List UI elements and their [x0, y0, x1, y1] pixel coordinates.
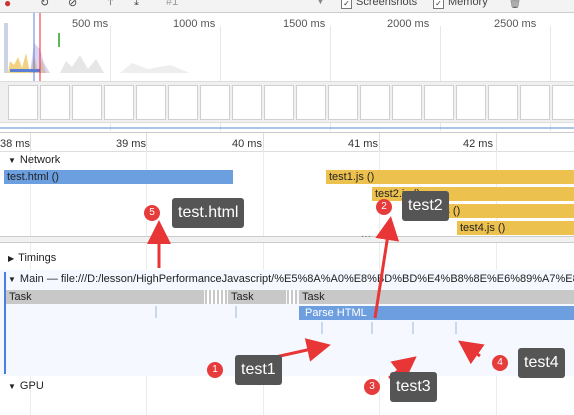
track-splitter[interactable]: ··· — [0, 231, 574, 243]
ruler-tick: 39 ms — [116, 138, 146, 150]
annotation-badge-5: 5 — [144, 205, 160, 221]
annotation-label-test2: test2 — [402, 191, 449, 221]
expand-triangle-icon[interactable]: ▶ — [8, 254, 14, 263]
splitter-grip-icon[interactable]: ··· — [361, 231, 371, 242]
task-block[interactable]: Task — [6, 290, 204, 304]
ruler-tick: 40 ms — [232, 138, 262, 150]
profile-dropdown-icon[interactable]: ▼ — [316, 0, 325, 6]
main-track-header[interactable]: ▼ Main — file:///D:/lesson/HighPerformanc… — [8, 273, 574, 285]
screenshot-frame[interactable] — [8, 85, 38, 120]
upload-icon[interactable]: ⤒ — [108, 0, 113, 9]
screenshot-frame[interactable] — [360, 85, 390, 120]
main-title: Main — file:///D:/lesson/HighPerformance… — [19, 273, 574, 285]
screenshot-frame[interactable] — [488, 85, 518, 120]
screenshot-frame[interactable] — [520, 85, 550, 120]
screenshot-frame[interactable] — [136, 85, 166, 120]
annotation-badge-2: 2 — [376, 199, 392, 215]
task-block[interactable]: Task — [299, 290, 574, 304]
network-request-test4-js[interactable]: test4.js () — [457, 221, 574, 235]
screenshot-frame[interactable] — [200, 85, 230, 120]
profile-select[interactable]: #1 — [166, 0, 178, 8]
annotation-badge-1: 1 — [207, 362, 223, 378]
screenshot-frame[interactable] — [168, 85, 198, 120]
collapse-triangle-icon[interactable]: ▼ — [8, 382, 16, 391]
screenshots-checkbox[interactable]: ✓ — [341, 0, 352, 9]
annotation-label-test4: test4 — [518, 348, 565, 378]
screenshot-frame[interactable] — [552, 85, 574, 120]
annotation-badge-3: 3 — [364, 379, 380, 395]
screenshot-frame[interactable] — [40, 85, 70, 120]
screenshot-frame[interactable] — [424, 85, 454, 120]
network-track-header[interactable]: ▼ Network — [8, 154, 60, 166]
time-ruler: 38 ms 39 ms 40 ms 41 ms 42 ms — [0, 132, 574, 152]
annotation-label-test-html: test.html — [172, 198, 245, 228]
memory-checkbox[interactable]: ✓ — [433, 0, 444, 9]
screenshot-frame[interactable] — [392, 85, 422, 120]
memory-label: Memory — [448, 0, 488, 8]
screenshot-frame[interactable] — [456, 85, 486, 120]
record-icon[interactable]: ● — [4, 0, 11, 10]
screenshot-frame[interactable] — [104, 85, 134, 120]
annotation-badge-4: 4 — [492, 355, 508, 371]
network-request-test-html[interactable]: test.html () — [4, 170, 233, 184]
task-block[interactable]: Task — [228, 290, 286, 304]
screenshot-frame[interactable] — [296, 85, 326, 120]
screenshot-frame[interactable] — [72, 85, 102, 120]
sub-event-ticks — [155, 306, 457, 334]
toolbar: ● ↻ ⊘ ⤒ ⤓ #1 ▼ ✓ Screenshots ✓ Memory 🗑 — [0, 0, 574, 13]
gpu-track-header[interactable]: ▼ GPU — [8, 380, 44, 392]
ruler-tick: 38 ms — [0, 138, 30, 150]
trash-icon[interactable]: 🗑 — [508, 0, 522, 9]
timings-title: Timings — [18, 252, 57, 264]
collapse-triangle-icon[interactable]: ▼ — [8, 156, 16, 165]
screenshot-frame[interactable] — [328, 85, 358, 120]
download-icon[interactable]: ⤓ — [134, 0, 139, 9]
cpu-activity-chart — [4, 13, 190, 81]
task-cluster[interactable] — [287, 290, 297, 304]
task-cluster[interactable] — [205, 290, 227, 304]
ruler-tick: 41 ms — [348, 138, 378, 150]
timings-track-header[interactable]: ▶ Timings — [8, 252, 56, 264]
ruler-tick: 42 ms — [463, 138, 493, 150]
gpu-title: GPU — [19, 380, 44, 392]
screenshots-label: Screenshots — [356, 0, 418, 8]
annotation-label-test1: test1 — [235, 355, 282, 385]
collapse-triangle-icon[interactable]: ▼ — [8, 275, 16, 284]
reload-icon[interactable]: ↻ — [40, 0, 49, 9]
screenshot-frame[interactable] — [264, 85, 294, 120]
network-request-test1-js[interactable]: test1.js () — [326, 170, 574, 184]
timeline-overview[interactable]: 500 ms 1000 ms 1500 ms 2000 ms 2500 ms — [0, 13, 574, 131]
memory-line — [0, 127, 574, 129]
network-title: Network — [19, 154, 61, 166]
clear-icon[interactable]: ⊘ — [68, 0, 77, 9]
screenshot-frame[interactable] — [232, 85, 262, 120]
screenshot-filmstrip[interactable] — [0, 81, 574, 123]
annotation-label-test3: test3 — [390, 372, 437, 402]
